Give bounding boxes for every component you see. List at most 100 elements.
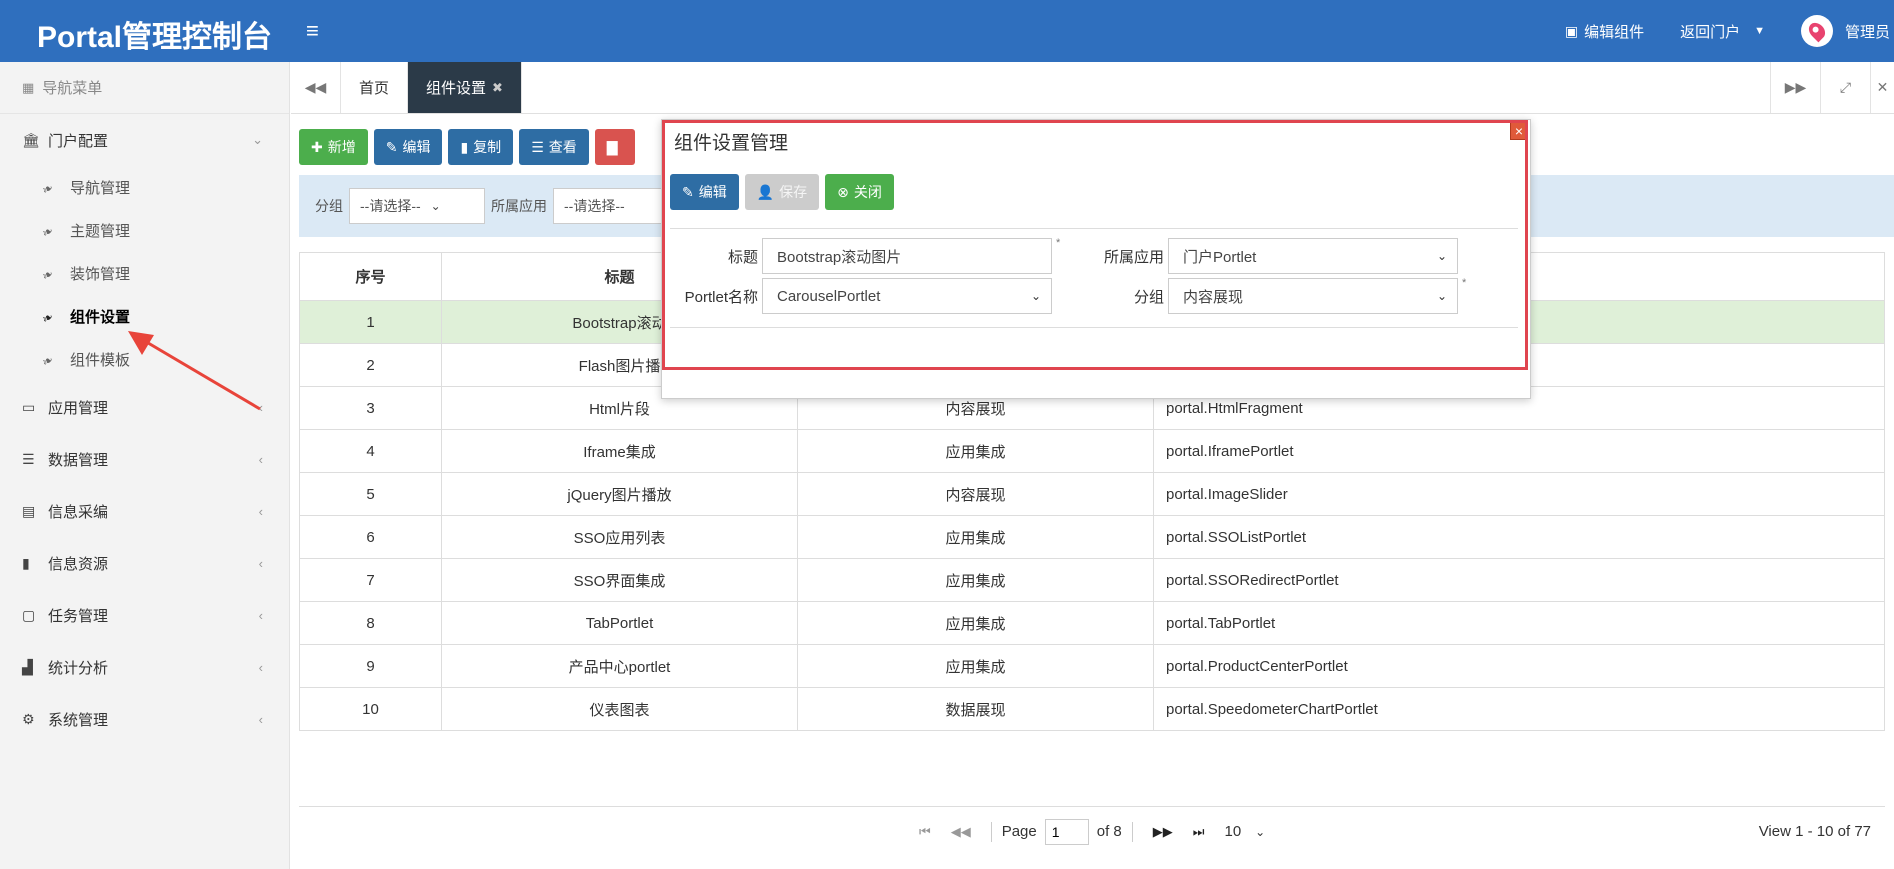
pager-controls: ⏮ ◀◀ Page of 8 ▶▶ ⏭ 10 ⌄ bbox=[909, 818, 1265, 845]
menu-toggle-icon[interactable]: ≡ bbox=[306, 18, 319, 44]
tab-component-settings[interactable]: 组件设置 ✖ bbox=[408, 62, 522, 113]
chevron-left-icon: ‹ bbox=[258, 451, 263, 467]
group-filter-select[interactable]: --请选择-- ⌄ bbox=[349, 188, 485, 224]
edit-icon: ✎ bbox=[385, 138, 398, 155]
close-icon[interactable]: ✖ bbox=[492, 80, 503, 96]
last-page-icon[interactable]: ⏭ bbox=[1193, 824, 1205, 840]
dialog-title: 组件设置管理 bbox=[674, 133, 789, 154]
cell-no: 7 bbox=[299, 558, 442, 602]
dialog-edit-button[interactable]: ✎ 编辑 bbox=[670, 174, 739, 210]
app-filter-select[interactable]: --请选择-- bbox=[553, 188, 663, 224]
newspaper-icon: ▤ bbox=[22, 502, 36, 519]
group-field-select[interactable]: 内容展现 ⌄ bbox=[1168, 278, 1458, 314]
cell-no: 5 bbox=[299, 472, 442, 516]
copy-button[interactable]: ▮ 复制 bbox=[448, 129, 514, 165]
dialog-save-button[interactable]: 👤 保存 bbox=[744, 174, 820, 210]
sidebar-group-portal-config[interactable]: 🏛 门户配置 ⌄ bbox=[0, 114, 289, 166]
fullscreen-icon[interactable]: ⤢ bbox=[1820, 62, 1870, 113]
sidebar-item-label: 主题管理 bbox=[70, 223, 131, 240]
plus-icon: ✚ bbox=[311, 138, 323, 155]
component-settings-dialog: 组件设置管理 × ✎ 编辑 👤 保存 ⊗ 关闭 标题 Bootstrap滚动图片… bbox=[661, 119, 1531, 399]
cell-group: 应用集成 bbox=[797, 429, 1154, 473]
prev-page-icon[interactable]: ◀◀ bbox=[951, 824, 971, 840]
form-row: Portlet名称 CarouselPortlet ⌄ 分组 内容展现 ⌄ * bbox=[670, 277, 1518, 315]
leaf-icon: ❧ bbox=[39, 222, 57, 241]
user-icon: 👤 bbox=[756, 183, 775, 200]
leaf-icon: ❧ bbox=[39, 308, 57, 327]
tab-home[interactable]: 首页 bbox=[341, 62, 409, 113]
next-page-icon[interactable]: ▶▶ bbox=[1153, 824, 1173, 840]
cell-no: 2 bbox=[299, 343, 442, 387]
sidebar-group-statistics[interactable]: ▟ 统计分析 ‹ bbox=[0, 641, 289, 693]
dialog-close-button[interactable]: ⊗ 关闭 bbox=[825, 174, 894, 210]
add-button[interactable]: ✚ 新增 bbox=[299, 129, 368, 165]
table-row[interactable]: 5 jQuery图片播放 内容展现 portal.ImageSlider bbox=[299, 472, 1885, 516]
book-icon: ▮ bbox=[22, 554, 30, 571]
edit-component-label: 编辑组件 bbox=[1584, 23, 1645, 41]
table-row[interactable]: 7 SSO界面集成 应用集成 portal.SSORedirectPortlet bbox=[299, 558, 1885, 602]
cell-group: 应用集成 bbox=[797, 558, 1154, 602]
cell-no: 9 bbox=[299, 644, 442, 688]
dialog-edit-label: 编辑 bbox=[698, 184, 727, 200]
table-row[interactable]: 8 TabPortlet 应用集成 portal.TabPortlet bbox=[299, 601, 1885, 645]
tab-scroll-left-icon[interactable]: ◀◀ bbox=[291, 62, 341, 113]
page-input[interactable] bbox=[1044, 818, 1089, 845]
table-row[interactable]: 10 仪表图表 数据展现 portal.SpeedometerChartPort… bbox=[299, 687, 1885, 731]
portlet-field-select[interactable]: CarouselPortlet ⌄ bbox=[762, 278, 1052, 314]
sidebar-item-nav-management[interactable]: ❧ 导航管理 bbox=[0, 166, 289, 209]
sidebar-group-data-management[interactable]: ☰ 数据管理 ‹ bbox=[0, 433, 289, 485]
top-header: Portal管理控制台 ≡ ▣ 编辑组件 返回门户 ▼ 管理员 bbox=[0, 0, 1894, 62]
leaf-icon: ❧ bbox=[39, 179, 57, 198]
chevron-left-icon: ‹ bbox=[258, 503, 263, 519]
sidebar-group-info-edit[interactable]: ▤ 信息采编 ‹ bbox=[0, 485, 289, 537]
sidebar-item-component-template[interactable]: ❧ 组件模板 bbox=[0, 338, 289, 381]
sidebar-item-decoration-management[interactable]: ❧ 装饰管理 bbox=[0, 252, 289, 295]
id-card-icon: ▣ bbox=[1564, 22, 1579, 39]
sidebar-group-task-management[interactable]: ▢ 任务管理 ‹ bbox=[0, 589, 289, 641]
cell-no: 4 bbox=[299, 429, 442, 473]
cell-title: 仪表图表 bbox=[441, 687, 798, 731]
table-row[interactable]: 4 Iframe集成 应用集成 portal.IframePortlet bbox=[299, 429, 1885, 473]
cell-group: 应用集成 bbox=[797, 601, 1154, 645]
sidebar-item-component-settings[interactable]: ❧ 组件设置 bbox=[0, 295, 289, 338]
chevron-left-icon: ‹ bbox=[258, 555, 263, 571]
sidebar-group-info-resource[interactable]: ▮ 信息资源 ‹ bbox=[0, 537, 289, 589]
edit-button[interactable]: ✎ 编辑 bbox=[373, 129, 443, 165]
table-row[interactable]: 6 SSO应用列表 应用集成 portal.SSOListPortlet bbox=[299, 515, 1885, 559]
cell-group: 应用集成 bbox=[797, 515, 1154, 559]
close-icon[interactable]: × bbox=[1510, 122, 1528, 140]
title-field[interactable]: Bootstrap滚动图片 bbox=[762, 238, 1052, 274]
user-menu[interactable]: 管理员 bbox=[1800, 15, 1890, 47]
sidebar-group-app-management[interactable]: ▭ 应用管理 ‹ bbox=[0, 381, 289, 433]
sidebar-group-label: 信息采编 bbox=[48, 503, 109, 521]
table-row[interactable]: 9 产品中心portlet 应用集成 portal.ProductCenterP… bbox=[299, 644, 1885, 688]
pager-divider bbox=[990, 821, 992, 842]
app-field-value: 门户Portlet bbox=[1183, 248, 1257, 266]
caret-down-icon: ▼ bbox=[1754, 25, 1765, 37]
view-button[interactable]: ☰ 查看 bbox=[519, 129, 589, 165]
map-pin-icon bbox=[1805, 19, 1829, 43]
column-header-no[interactable]: 序号 bbox=[299, 252, 442, 301]
sidebar-item-theme-management[interactable]: ❧ 主题管理 bbox=[0, 209, 289, 252]
edit-component-link[interactable]: ▣ 编辑组件 bbox=[1565, 21, 1644, 42]
tab-scroll-right-icon[interactable]: ▶▶ bbox=[1770, 62, 1820, 113]
cell-group: 内容展现 bbox=[797, 472, 1154, 516]
sidebar-group-label: 应用管理 bbox=[48, 399, 109, 417]
sidebar-group-label: 统计分析 bbox=[48, 659, 109, 677]
sidebar-group-system-management[interactable]: ⚙ 系统管理 ‹ bbox=[0, 693, 289, 745]
tabs-spacer bbox=[522, 62, 1770, 113]
sidebar-item-label: 组件设置 bbox=[70, 309, 131, 326]
delete-button[interactable]: ▇ bbox=[594, 129, 635, 165]
sidebar: ▦ 导航菜单 🏛 门户配置 ⌄ ❧ 导航管理 ❧ 主题管理 ❧ 装饰管理 ❧ 组… bbox=[0, 62, 290, 869]
return-portal-dropdown[interactable]: 返回门户 ▼ bbox=[1680, 21, 1765, 42]
portlet-field-value: CarouselPortlet bbox=[777, 287, 881, 305]
cell-group: 数据展现 bbox=[797, 687, 1154, 731]
rows-per-page-select[interactable]: 10 ⌄ bbox=[1224, 823, 1265, 840]
sidebar-group-label: 信息资源 bbox=[48, 555, 109, 573]
toolbar: ✚ 新增 ✎ 编辑 ▮ 复制 ☰ 查看 ▇ bbox=[299, 129, 641, 165]
close-tabs-icon[interactable]: ✕ bbox=[1870, 62, 1894, 113]
chevron-left-icon: ‹ bbox=[258, 711, 263, 727]
app-field-select[interactable]: 门户Portlet ⌄ bbox=[1168, 238, 1458, 274]
first-page-icon[interactable]: ⏮ bbox=[919, 824, 931, 840]
sidebar-group-label: 系统管理 bbox=[48, 711, 109, 729]
